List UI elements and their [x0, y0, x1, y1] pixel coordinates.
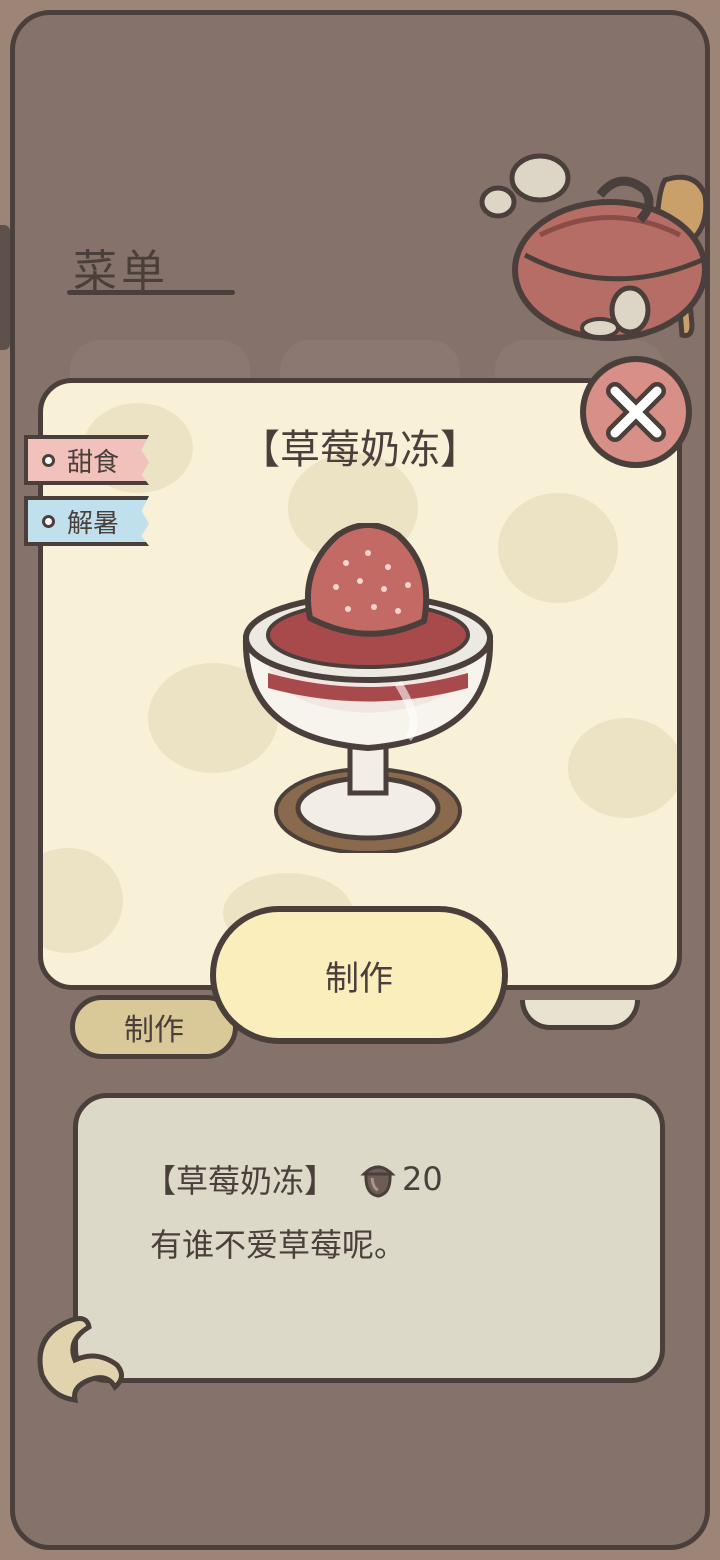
recipe-name: 【草莓奶冻】 [144, 1162, 337, 1200]
acorn-icon [360, 1165, 396, 1198]
background-blob [568, 718, 677, 818]
close-x-icon [606, 382, 666, 442]
side-handle [0, 225, 10, 350]
tag-label: 甜食 [67, 447, 120, 478]
tag-dot-icon [42, 453, 55, 467]
tag-dot-icon [42, 514, 55, 528]
cooking-pot-icon [479, 153, 705, 341]
cost-value: 20 [402, 1160, 443, 1198]
description-box: 【草莓奶冻】 20 有谁不爱草莓呢。 [73, 1093, 665, 1383]
make-button[interactable]: 制作 [210, 906, 508, 1044]
close-button[interactable] [580, 356, 692, 468]
tag-sweet: 甜食 [24, 435, 150, 485]
menu-title-underline [67, 290, 235, 295]
description-text: 有谁不爱草莓呢。 [150, 1226, 407, 1264]
pot-button-bg[interactable] [520, 1000, 640, 1030]
background-blob [43, 848, 123, 953]
background-blob [498, 493, 618, 603]
make-button-bg[interactable]: 制作 [70, 995, 238, 1059]
tag-cooling: 解暑 [24, 496, 150, 546]
description-header: 【草莓奶冻】 20 [144, 1156, 443, 1202]
tag-label: 解暑 [67, 508, 120, 539]
strawberry-pudding-icon [242, 523, 494, 853]
leaf-decoration-icon [37, 1316, 124, 1403]
